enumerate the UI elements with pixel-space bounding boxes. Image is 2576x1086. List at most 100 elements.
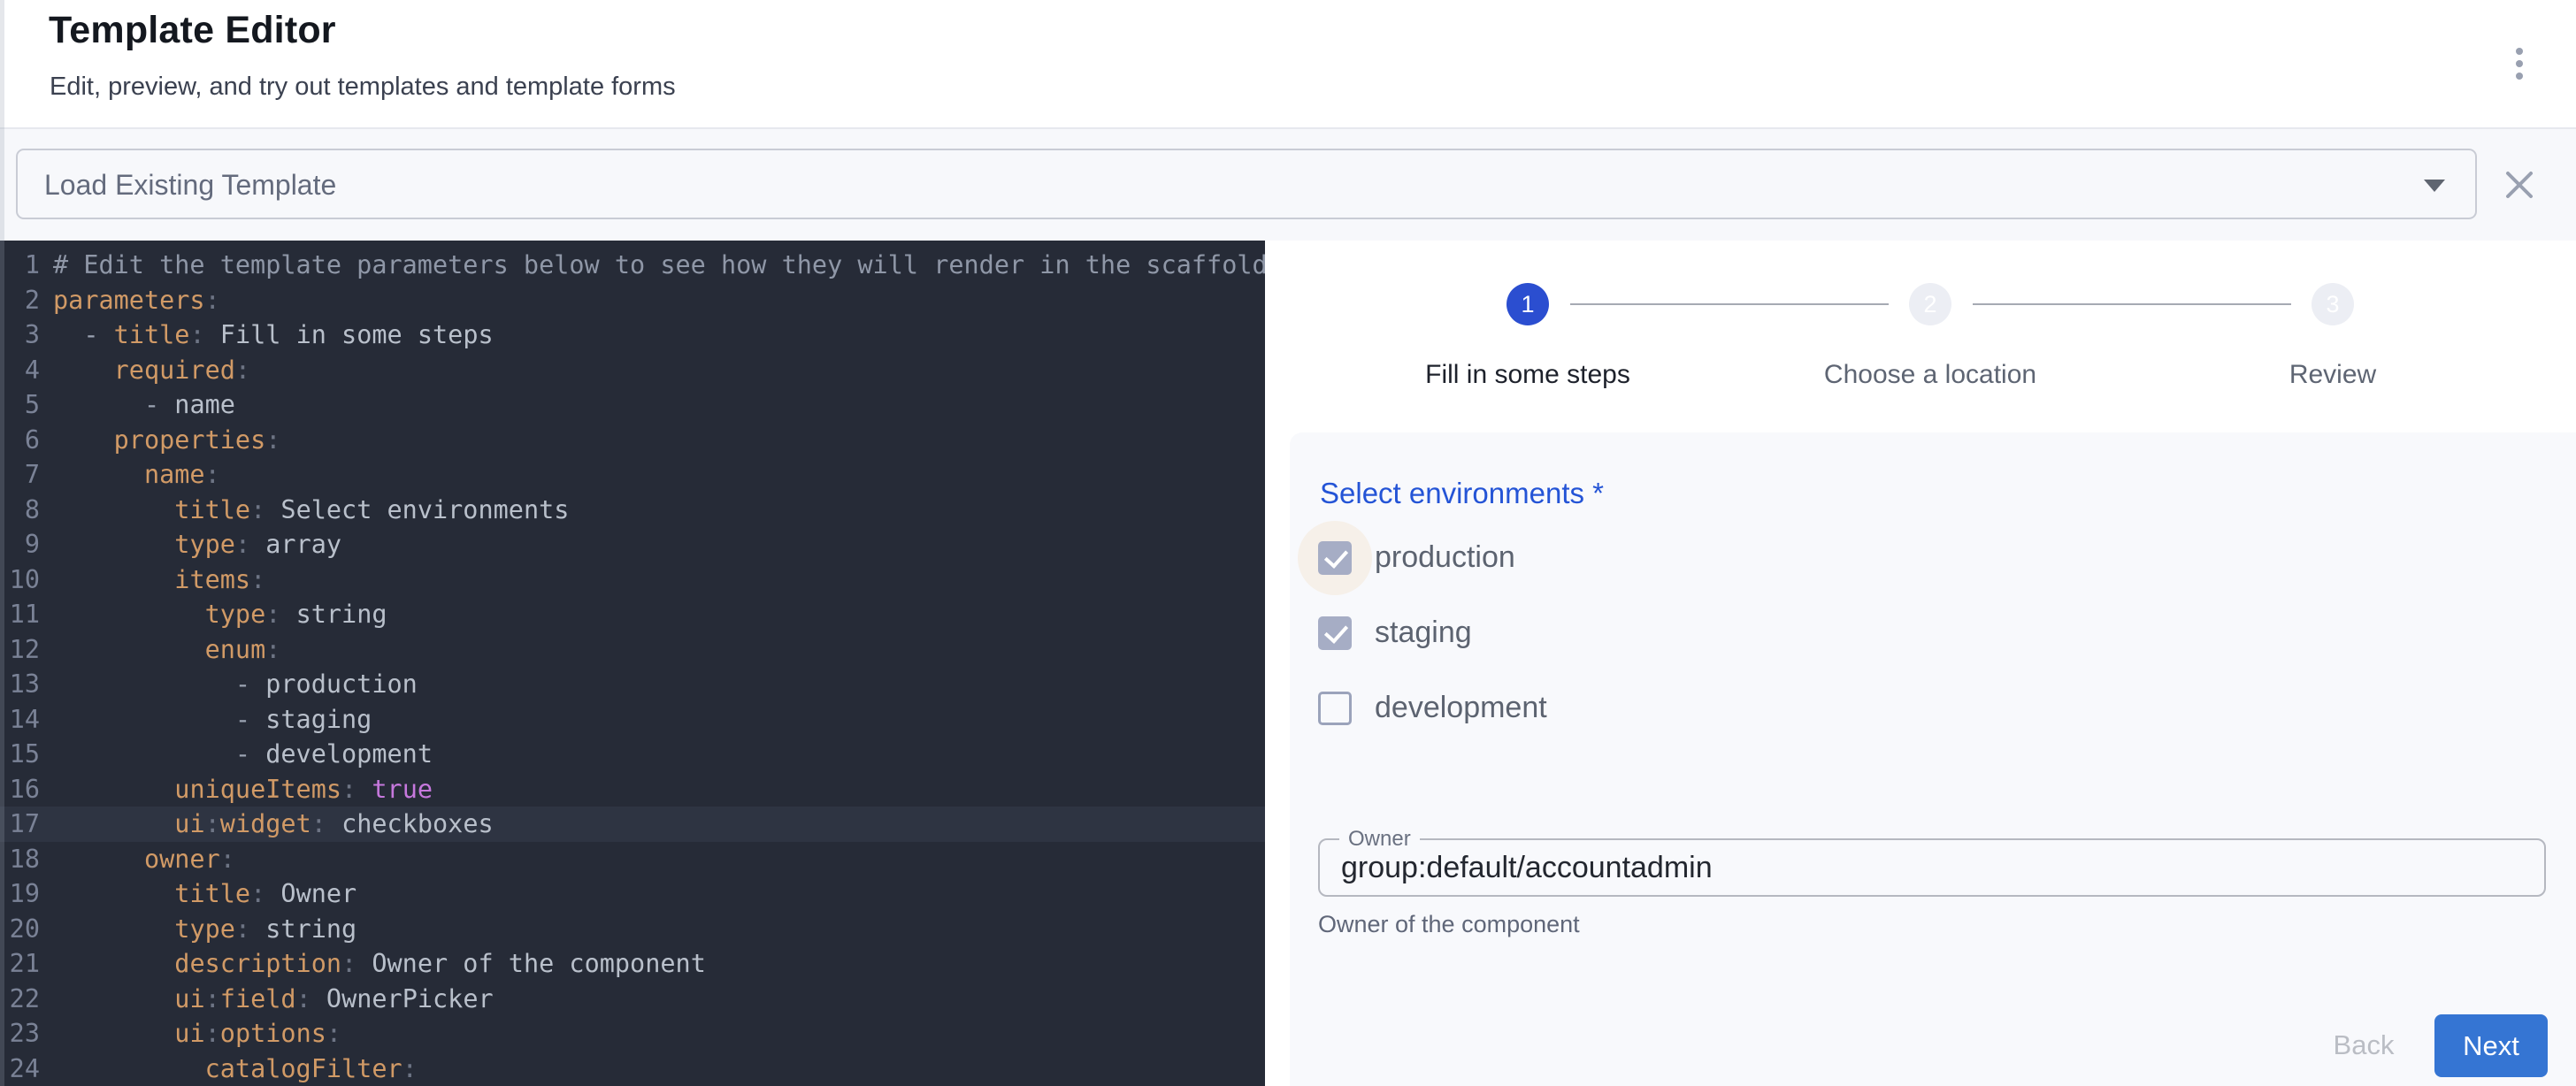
line-number: 6 <box>0 423 40 458</box>
checkbox-staging[interactable] <box>1318 616 1352 650</box>
code-text: type: array <box>40 527 341 562</box>
owner-field-value: group:default/accountadmin <box>1341 840 1713 895</box>
code-text: - staging <box>40 702 372 738</box>
line-number: 19 <box>0 876 40 912</box>
checkbox-label[interactable]: production <box>1375 540 1515 575</box>
code-line[interactable]: 6 properties: <box>0 423 1265 458</box>
code-line[interactable]: 9 type: array <box>0 527 1265 562</box>
code-text: catalogFilter: <box>40 1052 418 1086</box>
code-lines: 1# Edit the template parameters below to… <box>0 241 1265 1086</box>
step-label-review: Review <box>2129 360 2536 390</box>
code-text: uniqueItems: true <box>40 772 433 807</box>
code-text: required: <box>40 353 250 388</box>
checkbox-label[interactable]: staging <box>1375 616 1472 650</box>
code-text: owner: <box>40 842 235 877</box>
code-line[interactable]: 23 ui:options: <box>0 1016 1265 1052</box>
code-line[interactable]: 11 type: string <box>0 597 1265 632</box>
line-number: 1 <box>0 248 40 283</box>
checkbox-development[interactable] <box>1318 692 1352 725</box>
checkbox-row: staging <box>1290 595 2576 670</box>
more-options-button[interactable] <box>2495 35 2544 92</box>
window-edge <box>0 0 4 1086</box>
line-number: 11 <box>0 597 40 632</box>
line-number: 10 <box>0 562 40 598</box>
code-line[interactable]: 5 - name <box>0 387 1265 423</box>
dropdown-caret-icon <box>2424 180 2445 192</box>
code-line[interactable]: 1# Edit the template parameters below to… <box>0 248 1265 283</box>
code-line[interactable]: 22 ui:field: OwnerPicker <box>0 982 1265 1017</box>
code-text: title: Select environments <box>40 493 569 528</box>
code-text: type: string <box>40 912 356 947</box>
line-number: 14 <box>0 702 40 738</box>
line-number: 16 <box>0 772 40 807</box>
code-line[interactable]: 8 title: Select environments <box>0 493 1265 528</box>
step-circle-3: 3 <box>2312 283 2354 325</box>
owner-helper-text: Owner of the component <box>1318 911 1580 938</box>
code-line[interactable]: 21 description: Owner of the component <box>0 946 1265 982</box>
checkbox-row: development <box>1290 670 2576 746</box>
line-number: 8 <box>0 493 40 528</box>
line-number: 20 <box>0 912 40 947</box>
code-line[interactable]: 3 - title: Fill in some steps <box>0 317 1265 353</box>
code-line[interactable]: 16 uniqueItems: true <box>0 772 1265 807</box>
line-number: 5 <box>0 387 40 423</box>
code-line[interactable]: 13 - production <box>0 667 1265 702</box>
page-title: Template Editor <box>49 9 336 52</box>
code-line[interactable]: 4 required: <box>0 353 1265 388</box>
line-number: 13 <box>0 667 40 702</box>
code-line[interactable]: 20 type: string <box>0 912 1265 947</box>
step-connector <box>1570 303 1889 305</box>
form-card: Select environments * production staging d… <box>1290 432 2576 1086</box>
close-icon <box>2503 168 2536 202</box>
code-editor[interactable]: 1# Edit the template parameters below to… <box>0 241 1265 1086</box>
clear-template-button[interactable] <box>2498 164 2541 206</box>
page-subtitle: Edit, preview, and try out templates and… <box>50 73 676 102</box>
code-text: name: <box>40 457 220 493</box>
checkbox-production[interactable] <box>1318 541 1352 575</box>
template-editor-page: Template Editor Edit, preview, and try o… <box>0 0 2576 1086</box>
code-line[interactable]: 17 ui:widget: checkboxes <box>0 807 1265 842</box>
code-text: - name <box>40 387 235 423</box>
line-number: 9 <box>0 527 40 562</box>
step-connector <box>1973 303 2291 305</box>
owner-field[interactable]: Owner group:default/accountadmin <box>1318 838 2546 897</box>
code-text: properties: <box>40 423 280 458</box>
step-label-choose-a-location: Choose a location <box>1727 360 2134 390</box>
line-number: 21 <box>0 946 40 982</box>
line-number: 17 <box>0 807 40 842</box>
step-circle-1: 1 <box>1506 283 1549 325</box>
code-line[interactable]: 18 owner: <box>0 842 1265 877</box>
back-button[interactable]: Back <box>2293 1021 2434 1069</box>
line-number: 22 <box>0 982 40 1017</box>
environments-checkbox-group: production staging development <box>1290 520 2576 746</box>
load-template-select[interactable]: Load Existing Template <box>16 149 2477 219</box>
next-button[interactable]: Next <box>2434 1014 2548 1077</box>
code-text: title: Owner <box>40 876 356 912</box>
code-line[interactable]: 12 enum: <box>0 632 1265 668</box>
checkbox-row: production <box>1290 520 2576 595</box>
code-line[interactable]: 24 catalogFilter: <box>0 1052 1265 1086</box>
code-line[interactable]: 14 - staging <box>0 702 1265 738</box>
code-text: ui:widget: checkboxes <box>40 807 494 842</box>
code-text: type: string <box>40 597 387 632</box>
checkbox-label[interactable]: development <box>1375 691 1547 725</box>
code-line[interactable]: 2parameters: <box>0 283 1265 318</box>
page-header: Template Editor Edit, preview, and try o… <box>0 0 2576 129</box>
more-vertical-icon <box>2516 48 2523 55</box>
code-text: # Edit the template parameters below to … <box>40 248 1265 283</box>
code-text: ui:field: OwnerPicker <box>40 982 494 1017</box>
code-text: enum: <box>40 632 280 668</box>
code-text: - production <box>40 667 418 702</box>
code-line[interactable]: 15 - development <box>0 737 1265 772</box>
code-text: parameters: <box>40 283 220 318</box>
template-toolbar: Load Existing Template <box>0 129 2576 241</box>
code-line[interactable]: 7 name: <box>0 457 1265 493</box>
line-number: 12 <box>0 632 40 668</box>
code-line[interactable]: 10 items: <box>0 562 1265 598</box>
line-number: 4 <box>0 353 40 388</box>
line-number: 23 <box>0 1016 40 1052</box>
line-number: 18 <box>0 842 40 877</box>
line-number: 3 <box>0 317 40 353</box>
code-line[interactable]: 19 title: Owner <box>0 876 1265 912</box>
environments-label: Select environments * <box>1320 477 1604 510</box>
